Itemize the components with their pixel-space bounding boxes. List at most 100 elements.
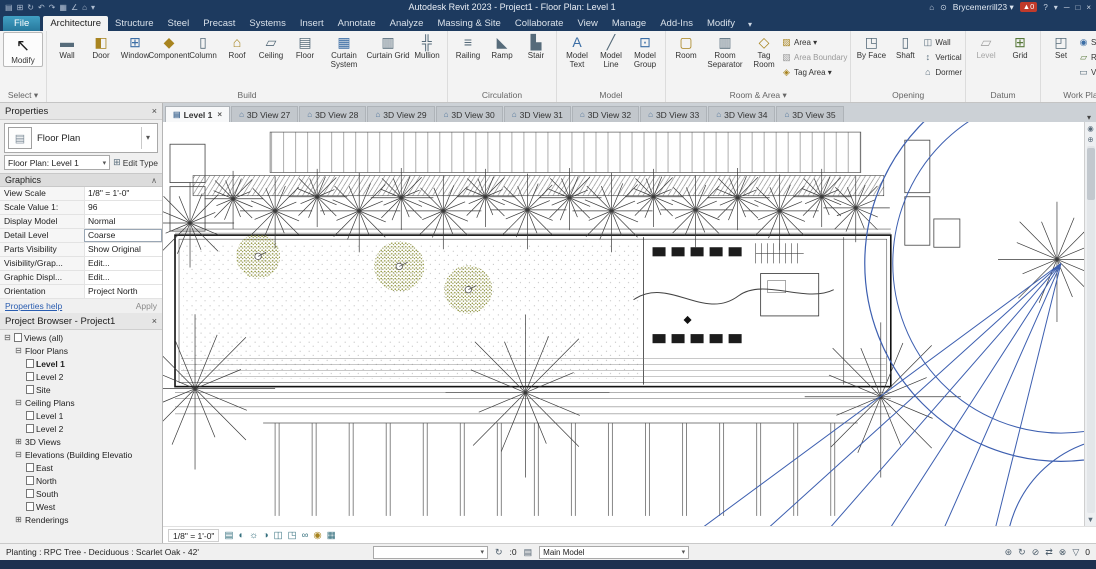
tree-toggle-icon[interactable]: ⊞ xyxy=(14,437,23,446)
detail-level-icon[interactable]: ▤ xyxy=(224,530,233,541)
roof-button[interactable]: ⌂ Roof xyxy=(220,32,254,61)
tab-view[interactable]: View xyxy=(570,16,604,31)
property-value[interactable]: 96 xyxy=(84,201,162,214)
tree-item-renderings[interactable]: ⊞ Renderings xyxy=(0,513,162,526)
view-tab-3d-view-35[interactable]: ⌂ 3D View 35 xyxy=(776,106,844,122)
close-button[interactable]: × xyxy=(1086,3,1091,12)
select-panel-label[interactable]: Select ▾ xyxy=(1,89,45,102)
default-3d-view-icon[interactable]: ⌂ xyxy=(82,3,87,12)
view-scale-control[interactable]: 1/8" = 1'-0" xyxy=(168,528,220,542)
property-value[interactable]: Normal xyxy=(84,215,162,228)
show-button[interactable]: ◉ Show xyxy=(1078,36,1096,48)
modify-button[interactable]: ↖ Modify xyxy=(3,32,43,67)
qat-dropdown-icon[interactable]: ▾ xyxy=(91,3,95,12)
reveal-hidden-icon[interactable]: ◉ xyxy=(313,530,321,541)
steering-wheel-icon[interactable]: ◉ xyxy=(1087,124,1094,133)
room-button[interactable]: ▢ Room xyxy=(669,32,703,61)
property-value[interactable]: Edit... xyxy=(84,271,162,284)
properties-close-icon[interactable]: × xyxy=(152,106,157,116)
tree-item-ceiling-level-2[interactable]: Level 2 xyxy=(0,422,162,435)
view-tab-list-icon[interactable]: ▾ xyxy=(1082,113,1096,122)
tab-architecture[interactable]: Architecture xyxy=(43,16,108,31)
view-tab-3d-view-33[interactable]: ⌂ 3D View 33 xyxy=(640,106,708,122)
shadows-icon[interactable]: ◑ xyxy=(263,530,269,541)
minimize-button[interactable]: ─ xyxy=(1064,3,1070,12)
print-icon[interactable]: ▦ xyxy=(59,3,67,12)
type-selector-dropdown-icon[interactable]: ▾ xyxy=(141,127,154,149)
select-links-icon[interactable]: ⊘ xyxy=(1032,547,1040,558)
viewer-button[interactable]: ▭ Viewer xyxy=(1078,66,1096,78)
worksets-icon[interactable]: ▤ xyxy=(524,547,533,558)
redo-icon[interactable]: ↷ xyxy=(49,3,56,12)
save-icon[interactable]: ▤ xyxy=(5,3,13,12)
sun-path-icon[interactable]: ☼ xyxy=(249,530,258,541)
help-icon[interactable]: ? xyxy=(1043,3,1047,12)
undo-icon[interactable]: ↶ xyxy=(38,3,45,12)
tab-steel[interactable]: Steel xyxy=(161,16,197,31)
search-icon[interactable]: ⊙ xyxy=(940,3,947,12)
property-value[interactable]: Edit... xyxy=(84,257,162,270)
tab-precast[interactable]: Precast xyxy=(196,16,242,31)
view-tab-3d-view-28[interactable]: ⌂ 3D View 28 xyxy=(299,106,367,122)
scroll-down-icon[interactable]: ▼ xyxy=(1087,515,1094,524)
tree-item-west[interactable]: West xyxy=(0,500,162,513)
model-line-button[interactable]: ╱ Model Line xyxy=(594,32,628,69)
tree-item-views-all[interactable]: ⊟ Views (all) xyxy=(0,331,162,344)
door-button[interactable]: ◧ Door xyxy=(84,32,118,61)
wall-opening-button[interactable]: ◫ Wall xyxy=(922,36,962,48)
ceiling-button[interactable]: ▱ Ceiling xyxy=(254,32,288,61)
tab-file[interactable]: File xyxy=(3,16,41,31)
select-pinned-icon[interactable]: ⊗ xyxy=(1059,547,1067,558)
column-button[interactable]: ▯ Column xyxy=(186,32,220,61)
component-button[interactable]: ◆ Component xyxy=(148,32,189,61)
tab-manage[interactable]: Manage xyxy=(605,16,653,31)
shaft-button[interactable]: ▯ Shaft xyxy=(888,32,922,61)
tree-item-ceiling-level-1[interactable]: Level 1 xyxy=(0,409,162,422)
graphics-section-header[interactable]: Graphics ∧ xyxy=(0,173,162,187)
edit-type-button[interactable]: ⊞ Edit Type xyxy=(113,157,158,168)
area-boundary-button[interactable]: ▧ Area Boundary xyxy=(781,51,847,63)
properties-help-link[interactable]: Properties help xyxy=(5,301,62,311)
ribbon-collapse-icon[interactable]: ▾ xyxy=(742,18,758,31)
tree-item-3d-views[interactable]: ⊞ 3D Views xyxy=(0,435,162,448)
by-face-button[interactable]: ◳ By Face xyxy=(854,32,888,61)
grid-button[interactable]: ⊞ Grid xyxy=(1003,32,1037,61)
property-value[interactable]: Project North xyxy=(84,285,162,298)
notification-badge[interactable]: ▲0 xyxy=(1019,2,1038,12)
wall-button[interactable]: ▬ Wall xyxy=(50,32,84,61)
measure-icon[interactable]: ∠ xyxy=(71,3,78,12)
view-tab-3d-view-34[interactable]: ⌂ 3D View 34 xyxy=(708,106,776,122)
tab-add-ins[interactable]: Add-Ins xyxy=(653,16,700,31)
tree-item-east[interactable]: East xyxy=(0,461,162,474)
select-underlay-icon[interactable]: ⇄ xyxy=(1045,547,1053,558)
property-value[interactable]: 1/8" = 1'-0" xyxy=(84,187,162,200)
floor-button[interactable]: ▤ Floor xyxy=(288,32,322,61)
tree-item-level-1[interactable]: Level 1 xyxy=(0,357,162,370)
tree-toggle-icon[interactable]: ⊟ xyxy=(3,333,12,342)
close-view-tab-icon[interactable]: × xyxy=(217,110,222,119)
tab-insert[interactable]: Insert xyxy=(293,16,331,31)
collapse-section-icon[interactable]: ∧ xyxy=(151,176,157,185)
view-tab-3d-view-27[interactable]: ⌂ 3D View 27 xyxy=(231,106,299,122)
tab-collaborate[interactable]: Collaborate xyxy=(508,16,571,31)
room-separator-button[interactable]: ▥ Room Separator xyxy=(703,32,747,69)
view-tab-3d-view-31[interactable]: ⌂ 3D View 31 xyxy=(503,106,571,122)
tab-structure[interactable]: Structure xyxy=(108,16,161,31)
tree-item-floor-plans[interactable]: ⊟ Floor Plans xyxy=(0,344,162,357)
type-selector[interactable]: ▤ Floor Plan ▾ xyxy=(4,123,158,153)
model-group-button[interactable]: ⊡ Model Group xyxy=(628,32,662,69)
dormer-button[interactable]: ⌂ Dormer xyxy=(922,66,962,78)
view-tab-3d-view-32[interactable]: ⌂ 3D View 32 xyxy=(571,106,640,122)
stair-button[interactable]: ▙ Stair xyxy=(519,32,553,61)
view-tab-3d-view-29[interactable]: ⌂ 3D View 29 xyxy=(367,106,435,122)
tag-room-button[interactable]: ◇ Tag Room xyxy=(747,32,781,69)
instance-selector[interactable]: Floor Plan: Level 1 ▾ xyxy=(4,155,111,170)
apply-button[interactable]: Apply xyxy=(136,301,157,311)
property-value[interactable]: Show Original xyxy=(84,243,162,256)
restore-button[interactable]: □ xyxy=(1075,3,1080,12)
editing-requests-icon[interactable]: ↻ xyxy=(495,547,503,558)
exclude-options-icon[interactable]: ⊛ xyxy=(1005,547,1013,558)
ramp-button[interactable]: ◣ Ramp xyxy=(485,32,519,61)
ref-plane-button[interactable]: ▱ Ref Plane xyxy=(1078,51,1096,63)
view-tab-3d-view-30[interactable]: ⌂ 3D View 30 xyxy=(435,106,503,122)
